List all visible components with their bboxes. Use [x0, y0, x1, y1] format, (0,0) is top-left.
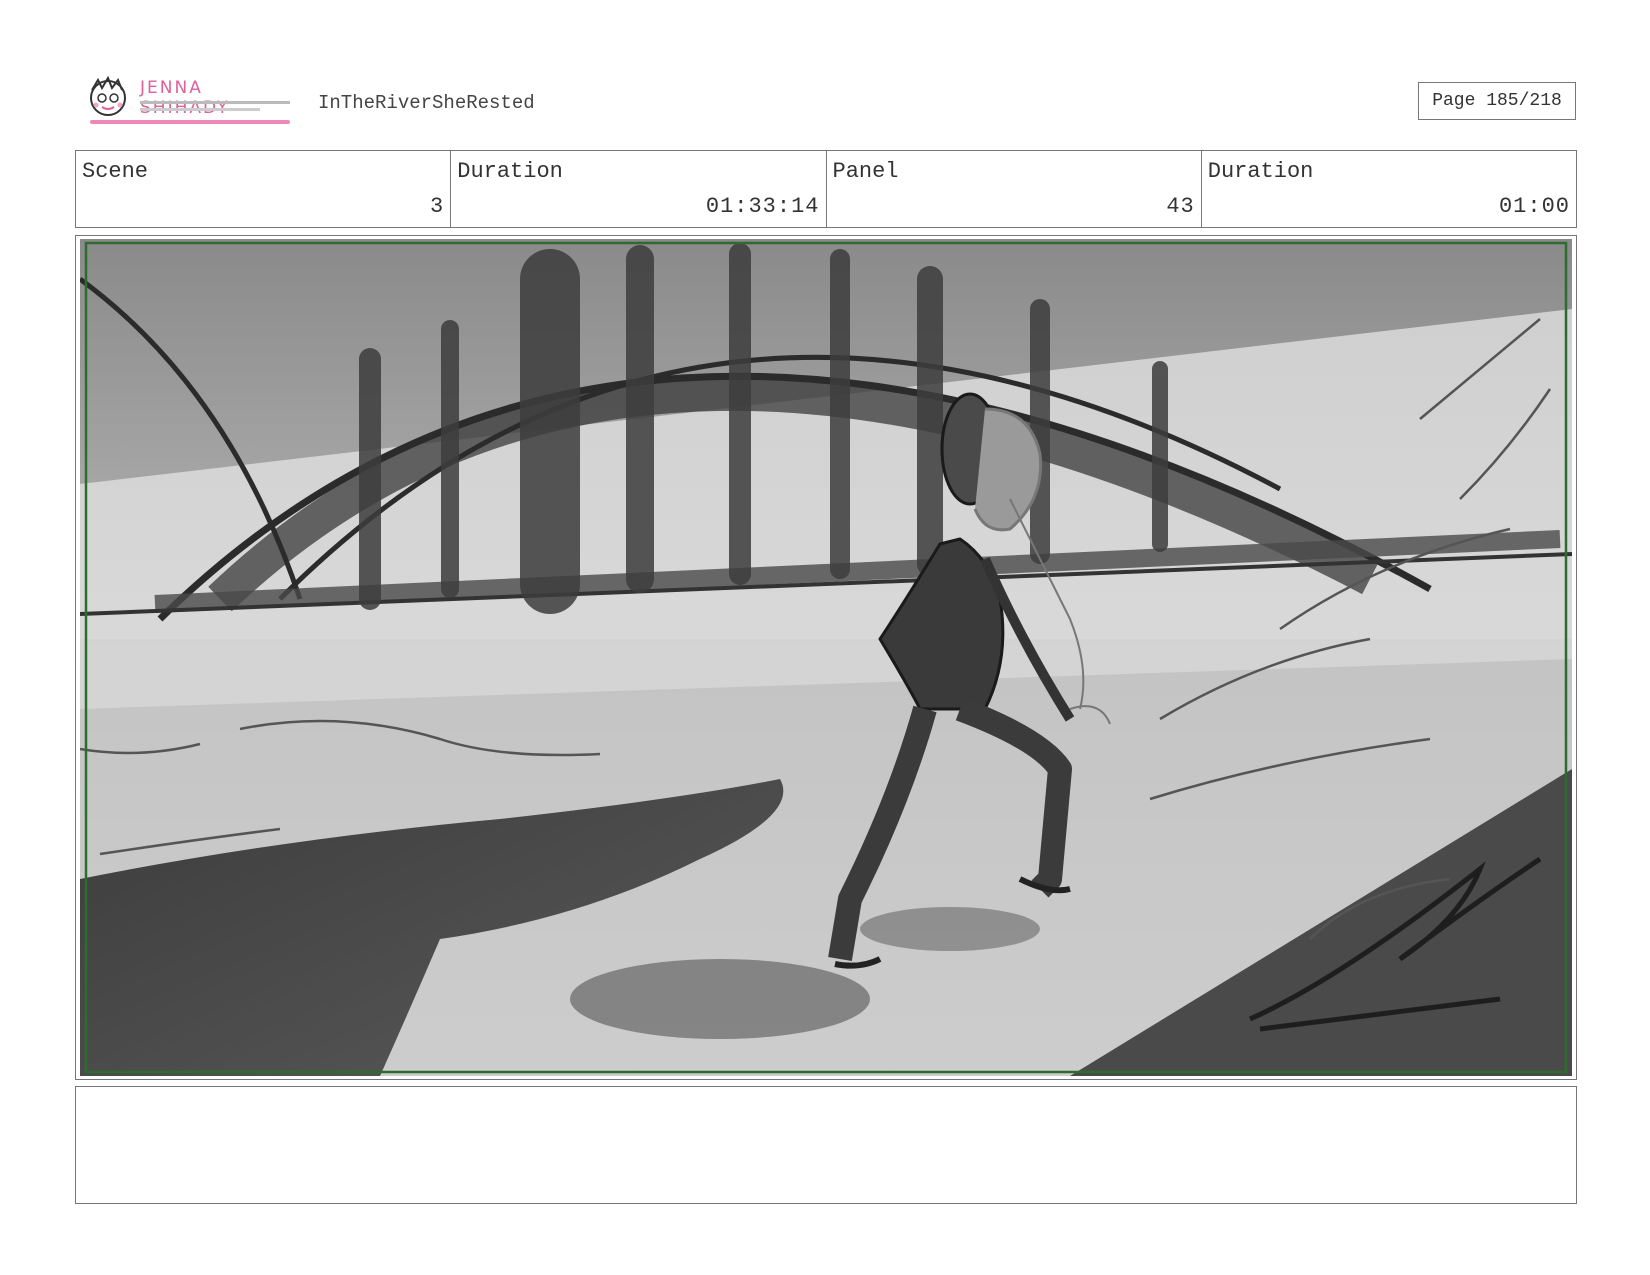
panel-duration-value: 01:00 [1498, 194, 1570, 219]
logo-contact [140, 108, 260, 111]
panel-cell: Panel 43 [827, 151, 1202, 227]
scene-label: Scene [82, 159, 149, 184]
scene-value: 3 [430, 194, 445, 219]
studio-logo: JENNA SHIHADY [84, 76, 294, 126]
character-face-icon [90, 76, 126, 116]
logo-tagline [140, 101, 290, 104]
character-shadow [570, 959, 870, 1039]
character-shadow-back [860, 907, 1040, 951]
panel-value: 43 [1166, 194, 1195, 219]
project-title: InTheRiverSheRested [318, 92, 535, 114]
scene-cell: Scene 3 [76, 151, 452, 227]
panel-notes [75, 1086, 1577, 1204]
storyboard-panel [75, 235, 1577, 1080]
scene-duration-label: Duration [457, 159, 563, 184]
logo-underline [90, 120, 290, 124]
scene-duration-cell: Duration 01:33:14 [451, 151, 827, 227]
page-indicator: Page 185/218 [1418, 82, 1576, 120]
shot-info-table: Scene 3 Duration 01:33:14 Panel 43 Durat… [75, 150, 1577, 228]
panel-drawing [80, 239, 1572, 1076]
scene-duration-value: 01:33:14 [705, 194, 820, 219]
panel-duration-cell: Duration 01:00 [1202, 151, 1576, 227]
panel-label: Panel [832, 159, 899, 184]
logo-name: JENNA SHIHADY [140, 78, 228, 118]
panel-duration-label: Duration [1207, 159, 1314, 184]
